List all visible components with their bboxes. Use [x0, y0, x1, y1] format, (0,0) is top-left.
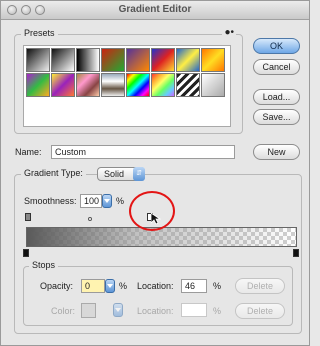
preset-copper-swatch[interactable] [76, 73, 100, 97]
preset-checker-swatch[interactable] [201, 73, 225, 97]
smoothness-unit: % [116, 196, 125, 206]
preset-red-green-swatch[interactable] [101, 48, 125, 72]
preset-transparent-rainbow-swatch[interactable] [151, 73, 175, 97]
name-input[interactable]: Custom [51, 145, 235, 159]
preset-blue-red-yellow-swatch[interactable] [151, 48, 175, 72]
select-arrows-icon: ⇵ [133, 167, 145, 181]
opacity-location-unit: % [213, 281, 222, 291]
title-bar: Gradient Editor [1, 1, 309, 20]
ok-button[interactable]: OK [253, 38, 300, 54]
preset-spectrum-swatch[interactable] [126, 73, 150, 97]
color-swatch[interactable] [81, 303, 96, 318]
smoothness-input[interactable]: 100 [80, 194, 102, 208]
opacity-stop-start[interactable] [25, 213, 31, 221]
gradient-preview-bar[interactable] [26, 227, 297, 247]
color-stop-start[interactable] [23, 249, 29, 257]
color-location-unit: % [213, 306, 222, 316]
preset-chrome-swatch[interactable] [101, 73, 125, 97]
preset-fg-bg-swatch[interactable] [26, 48, 50, 72]
delete-opacity-stop-button[interactable]: Delete [235, 278, 285, 294]
preset-orange-yellow-swatch[interactable] [201, 48, 225, 72]
opacity-label: Opacity: [40, 281, 74, 291]
gradient-type-value: Solid [104, 169, 125, 179]
delete-color-stop-button[interactable]: Delete [235, 303, 285, 319]
presets-label: Presets [21, 28, 58, 38]
color-label: Color: [51, 306, 76, 316]
midpoint-diamond-icon[interactable] [88, 217, 92, 221]
color-dropdown-icon[interactable] [113, 303, 123, 317]
gear-menu-icon[interactable]: ●• [222, 27, 236, 38]
presets-group: Presets ●• [14, 27, 243, 134]
highlight-circle [129, 191, 175, 231]
gradient-editor-window: Gradient Editor Presets ●• OK Cancel Loa… [0, 0, 310, 346]
presets-grid [23, 45, 231, 127]
preset-blue-yellow-blue-swatch[interactable] [176, 48, 200, 72]
stops-label: Stops [29, 260, 59, 270]
preset-violet-green-swatch[interactable] [26, 73, 50, 97]
preset-transparent-stripes-swatch[interactable] [176, 73, 200, 97]
save-button[interactable]: Save... [253, 109, 300, 125]
color-location-input[interactable] [181, 303, 207, 317]
opacity-unit: % [119, 281, 128, 291]
load-button[interactable]: Load... [253, 89, 300, 105]
opacity-location-input[interactable]: 46 [181, 279, 207, 293]
preset-black-white-swatch[interactable] [76, 48, 100, 72]
gradient-type-select[interactable]: Solid ⇵ [97, 167, 145, 181]
opacity-input[interactable]: 0 [81, 279, 105, 293]
cancel-button[interactable]: Cancel [253, 59, 300, 75]
name-label: Name: [15, 147, 42, 157]
preset-yellow-violet-swatch[interactable] [51, 73, 75, 97]
gradient-type-label: Gradient Type: [21, 168, 86, 178]
smoothness-dropdown-icon[interactable] [102, 194, 112, 208]
color-stop-end[interactable] [293, 249, 299, 257]
preset-fg-transparent-swatch[interactable] [51, 48, 75, 72]
window-title: Gradient Editor [118, 4, 192, 15]
new-button[interactable]: New [253, 144, 300, 160]
opacity-dropdown-icon[interactable] [105, 279, 115, 293]
smoothness-label: Smoothness: [24, 196, 77, 206]
opacity-location-label: Location: [137, 281, 174, 291]
color-location-label: Location: [137, 306, 174, 316]
pointer-cursor-icon [151, 213, 161, 225]
preset-violet-orange-swatch[interactable] [126, 48, 150, 72]
